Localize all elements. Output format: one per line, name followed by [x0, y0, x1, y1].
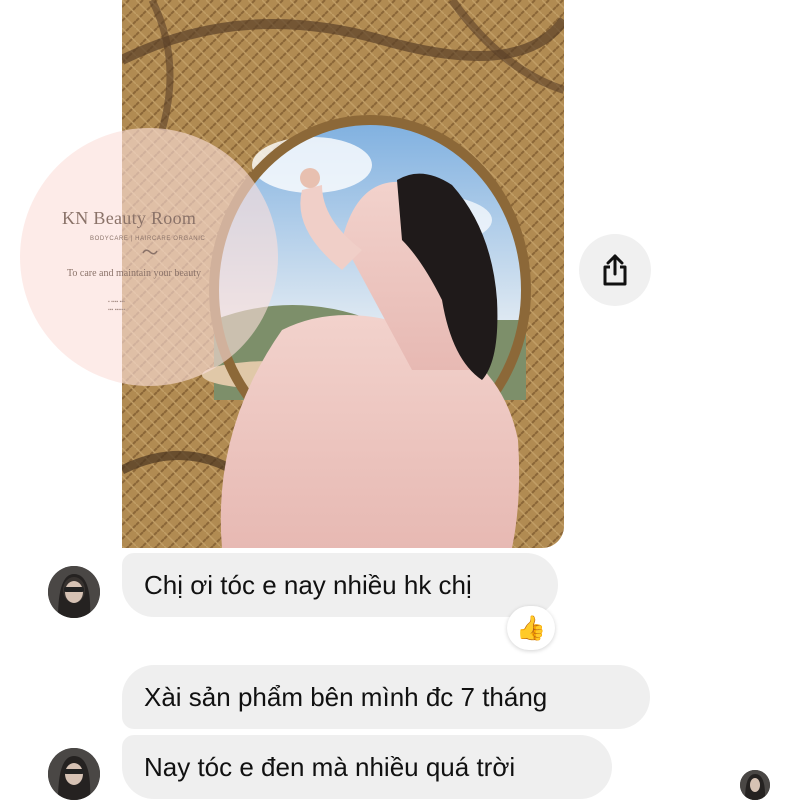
message-bubble[interactable]: Nay tóc e đen mà nhiều quá trời — [122, 735, 612, 799]
share-button[interactable] — [579, 234, 651, 306]
thumbs-up-icon: 👍 — [516, 614, 546, 642]
sender-avatar[interactable] — [48, 566, 100, 618]
share-icon — [603, 254, 627, 286]
sender-avatar[interactable] — [48, 748, 100, 800]
read-receipt-avatar — [740, 770, 770, 800]
message-bubble[interactable]: Chị ơi tóc e nay nhiều hk chị — [122, 553, 558, 617]
read-receipt-image — [740, 770, 770, 800]
message-bubble[interactable]: Xài sản phẩm bên mình đc 7 tháng — [122, 665, 650, 729]
watermark-title: KN Beauty Room — [62, 208, 197, 228]
watermark-badge: KN Beauty Room BODYCARE | HAIRCARE ORGAN… — [20, 128, 278, 386]
watermark-subtitle: BODYCARE | HAIRCARE ORGANIC — [90, 236, 206, 242]
watermark-squiggle-icon — [142, 249, 158, 255]
avatar-image — [48, 748, 100, 800]
avatar-image — [48, 566, 100, 618]
watermark-contact: ▪ ▪▪▪▪ ▪▪▪ ▪▪▪ ▪▪▪▪▪▪ — [108, 299, 126, 313]
reaction-badge[interactable]: 👍 — [507, 606, 555, 650]
watermark-tagline: To care and maintain your beauty — [67, 268, 201, 279]
